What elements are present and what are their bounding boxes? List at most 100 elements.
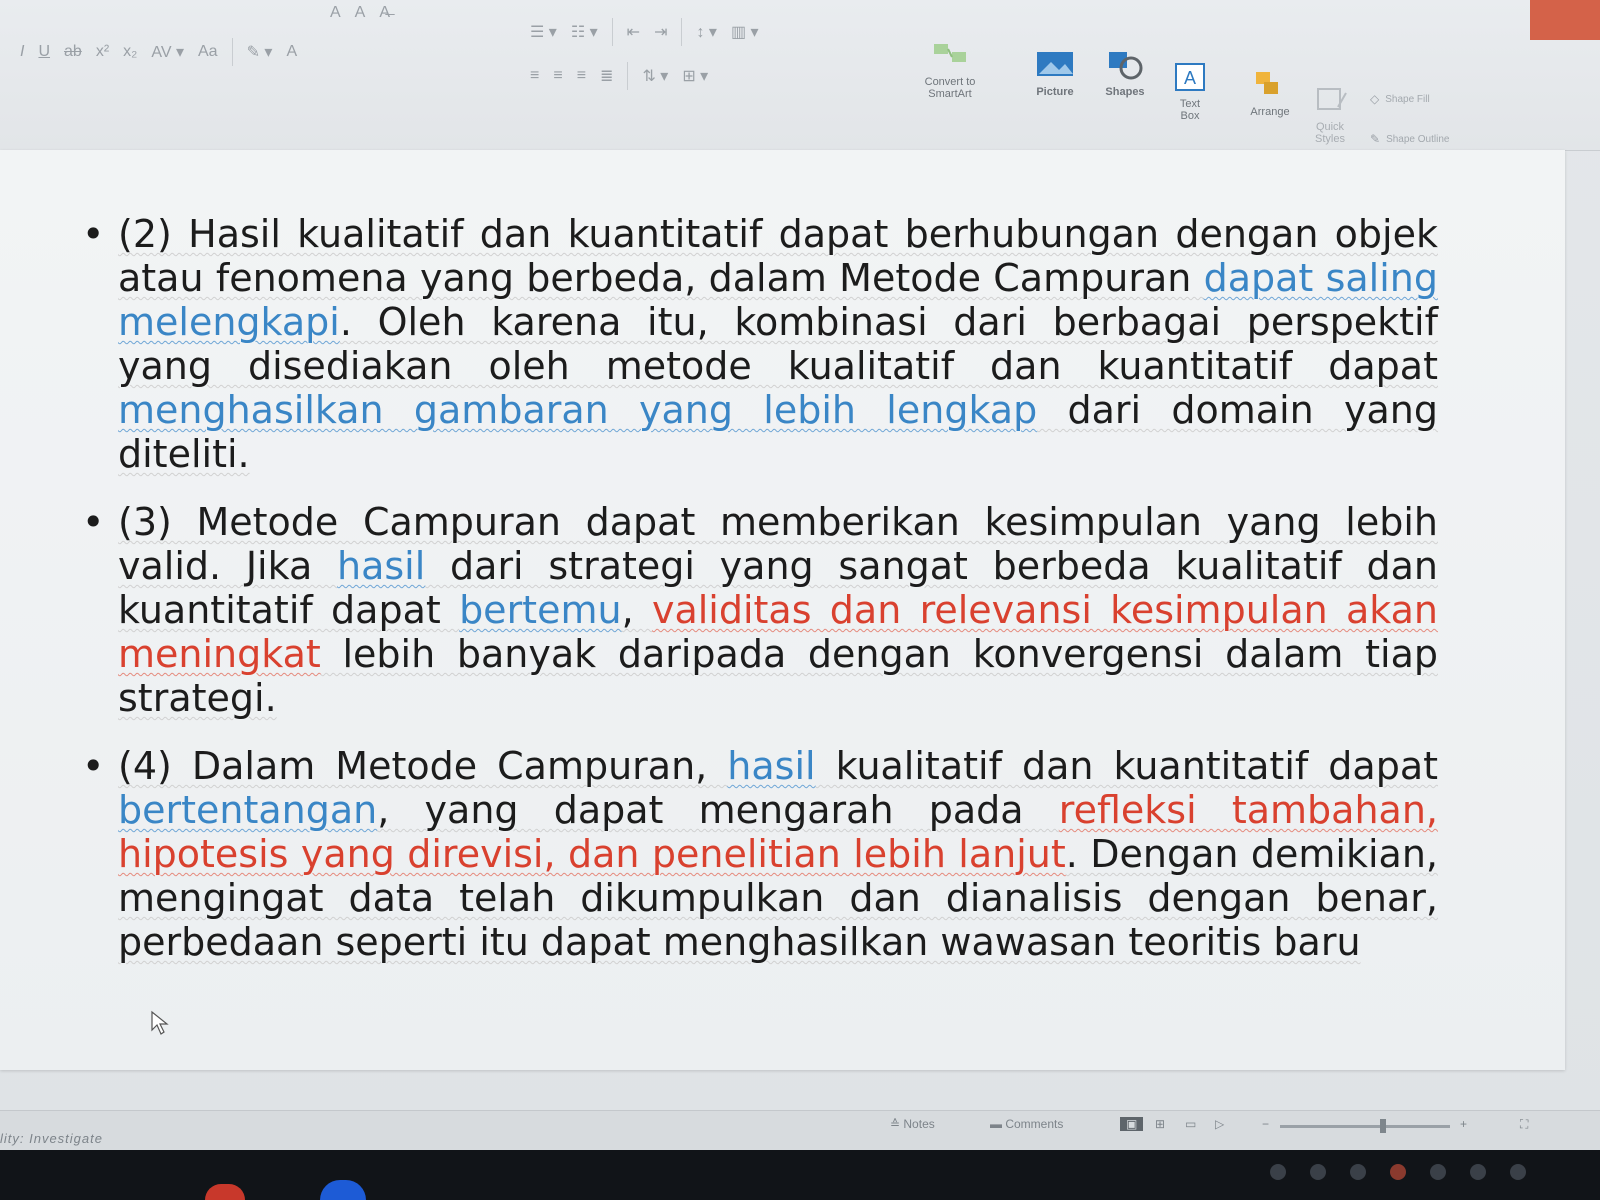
ribbon: I U ab x² x₂ AV ▾ Aa ✎ ▾ A A A A̶ ☰ ▾ ☷ … xyxy=(0,0,1600,151)
arrange-label: Arrange xyxy=(1250,106,1290,118)
shape-fill-row[interactable]: ◇ Shape Fill xyxy=(1370,92,1430,106)
quick-styles-button[interactable]: Quick Styles xyxy=(1305,85,1355,145)
quick-styles-icon xyxy=(1317,88,1347,110)
picture-button[interactable]: Picture xyxy=(1025,50,1085,98)
tray-icon[interactable] xyxy=(1310,1164,1326,1180)
bullet-item-4[interactable]: (4) Dalam Metode Campuran, hasil kualita… xyxy=(78,744,1438,964)
align-center-icon[interactable]: ≡ xyxy=(553,67,562,85)
increase-font-button[interactable]: A xyxy=(330,4,341,22)
justify-icon[interactable]: ≣ xyxy=(600,66,613,86)
taskbar-app-icon[interactable] xyxy=(205,1184,245,1200)
decrease-font-button[interactable]: A xyxy=(355,4,366,22)
svg-text:A: A xyxy=(1184,68,1196,88)
text-box-button[interactable]: A Text Box xyxy=(1165,62,1215,122)
taskbar-app-icon[interactable] xyxy=(320,1180,366,1200)
change-case-button[interactable]: Aa xyxy=(198,43,218,61)
bullets-icon[interactable]: ☰ ▾ xyxy=(530,22,557,42)
accessibility-status[interactable]: lity: Investigate xyxy=(0,1131,103,1146)
comments-label: Comments xyxy=(1005,1117,1064,1131)
tray-icon[interactable] xyxy=(1470,1164,1486,1180)
zoom-slider[interactable] xyxy=(1280,1125,1450,1128)
shape-outline-label: Shape Outline xyxy=(1386,133,1450,145)
paragraph-row-1: ☰ ▾ ☷ ▾ ⇤ ⇥ ↕ ▾ ▥ ▾ xyxy=(530,18,759,46)
mouse-cursor-icon xyxy=(151,1010,169,1035)
columns-icon[interactable]: ▥ ▾ xyxy=(731,22,759,42)
arrange-button[interactable]: Arrange xyxy=(1240,70,1300,118)
numbering-icon[interactable]: ☷ ▾ xyxy=(571,22,598,42)
bullet-item-3[interactable]: (3) Metode Campuran dapat memberikan kes… xyxy=(78,500,1438,720)
comments-icon: ▬ xyxy=(990,1117,1006,1131)
picture-label: Picture xyxy=(1036,86,1074,98)
superscript-icon[interactable]: x² xyxy=(96,43,109,61)
divider xyxy=(681,18,683,46)
tray-icon[interactable] xyxy=(1270,1164,1286,1180)
tray-icon[interactable] xyxy=(1350,1164,1366,1180)
divider xyxy=(627,62,629,90)
convert-smartart-label: Convert to SmartArt xyxy=(924,76,976,100)
picture-icon xyxy=(1037,52,1073,76)
monitor-screen: I U ab x² x₂ AV ▾ Aa ✎ ▾ A A A A̶ ☰ ▾ ☷ … xyxy=(0,0,1600,1150)
text-run-highlight-blue: hasil xyxy=(727,744,816,788)
notes-icon: ≙ xyxy=(890,1117,904,1131)
subscript-icon[interactable]: x₂ xyxy=(123,43,137,61)
italic-icon[interactable]: I xyxy=(20,43,24,61)
tray-icon[interactable] xyxy=(1510,1164,1526,1180)
clear-format-icon[interactable]: A̶ xyxy=(379,4,390,22)
align-left-icon[interactable]: ≡ xyxy=(530,67,539,85)
shape-outline-row[interactable]: ✎ Shape Outline xyxy=(1370,132,1449,146)
comments-button[interactable]: ▬ Comments xyxy=(990,1117,1063,1131)
decrease-indent-icon[interactable]: ⇤ xyxy=(627,22,640,42)
convert-smartart-button[interactable]: Convert to SmartArt xyxy=(905,40,995,100)
fit-slide-icon[interactable]: ⛶ xyxy=(1520,1117,1528,1132)
character-spacing-icon[interactable]: AV ▾ xyxy=(151,42,184,62)
text-box-icon: A xyxy=(1175,63,1205,91)
font-size-row: A A A̶ xyxy=(330,4,390,22)
quick-styles-label: Quick Styles xyxy=(1315,121,1345,145)
text-run: , xyxy=(621,588,652,632)
align-text-icon[interactable]: ⊞ ▾ xyxy=(682,66,708,86)
slide-canvas[interactable]: (2) Hasil kualitatif dan kuantitatif dap… xyxy=(0,150,1565,1070)
underline-icon[interactable]: U xyxy=(38,43,50,61)
highlight-icon[interactable]: ✎ ▾ xyxy=(247,42,273,62)
strikethrough-icon[interactable]: ab xyxy=(64,43,82,61)
notes-label: Notes xyxy=(903,1117,935,1131)
taskbar xyxy=(0,1150,1600,1200)
text-run: , yang dapat mengarah pada xyxy=(377,788,1059,832)
text-run-highlight-blue: hasil xyxy=(336,544,426,588)
text-run-highlight-blue: bertemu xyxy=(459,588,622,632)
text-run-highlight-blue: menghasilkan gambaran yang lebih lengkap xyxy=(118,388,1038,432)
notes-button[interactable]: ≙ Notes xyxy=(890,1117,935,1131)
text-run-highlight-blue: bertentangan xyxy=(118,788,378,832)
arrange-icon xyxy=(1256,72,1278,94)
bullet-list[interactable]: (2) Hasil kualitatif dan kuantitatif dap… xyxy=(78,212,1438,988)
shape-outline-icon: ✎ xyxy=(1370,132,1381,146)
shapes-label: Shapes xyxy=(1105,86,1145,98)
text-run: kualitatif dan kuantitatif dapat xyxy=(815,744,1438,788)
align-right-icon[interactable]: ≡ xyxy=(577,67,586,85)
tray-icon[interactable] xyxy=(1390,1164,1406,1180)
line-spacing-icon[interactable]: ↕ ▾ xyxy=(696,22,716,42)
shapes-button[interactable]: Shapes xyxy=(1095,50,1155,98)
increase-indent-icon[interactable]: ⇥ xyxy=(654,22,667,42)
divider xyxy=(231,38,233,66)
zoom-slider-handle[interactable] xyxy=(1380,1119,1386,1133)
slide-sorter-icon[interactable]: ⊞ xyxy=(1155,1117,1165,1131)
zoom-in-icon[interactable]: + xyxy=(1460,1117,1467,1131)
status-bar: lity: Investigate ≙ Notes ▬ Comments ▣ ⊞… xyxy=(0,1110,1600,1150)
shape-fill-icon: ◇ xyxy=(1370,92,1380,106)
paragraph-row-2: ≡ ≡ ≡ ≣ ⇅ ▾ ⊞ ▾ xyxy=(530,62,708,90)
window-accent xyxy=(1530,0,1600,40)
zoom-out-icon[interactable]: − xyxy=(1262,1117,1269,1131)
bullet-item-2[interactable]: (2) Hasil kualitatif dan kuantitatif dap… xyxy=(78,212,1438,476)
divider xyxy=(611,18,613,46)
text-run: (4) Dalam Metode Campuran, xyxy=(118,744,728,788)
shapes-icon xyxy=(1109,52,1143,80)
reading-view-icon[interactable]: ▭ xyxy=(1185,1117,1196,1131)
text-direction-icon[interactable]: ⇅ ▾ xyxy=(642,66,668,86)
slideshow-icon[interactable]: ▷ xyxy=(1215,1117,1224,1131)
tray-icon[interactable] xyxy=(1430,1164,1446,1180)
font-color-button[interactable]: A xyxy=(286,43,297,61)
shape-fill-label: Shape Fill xyxy=(1385,93,1430,105)
text-box-label: Text Box xyxy=(1179,98,1201,122)
normal-view-icon[interactable]: ▣ xyxy=(1120,1117,1144,1131)
